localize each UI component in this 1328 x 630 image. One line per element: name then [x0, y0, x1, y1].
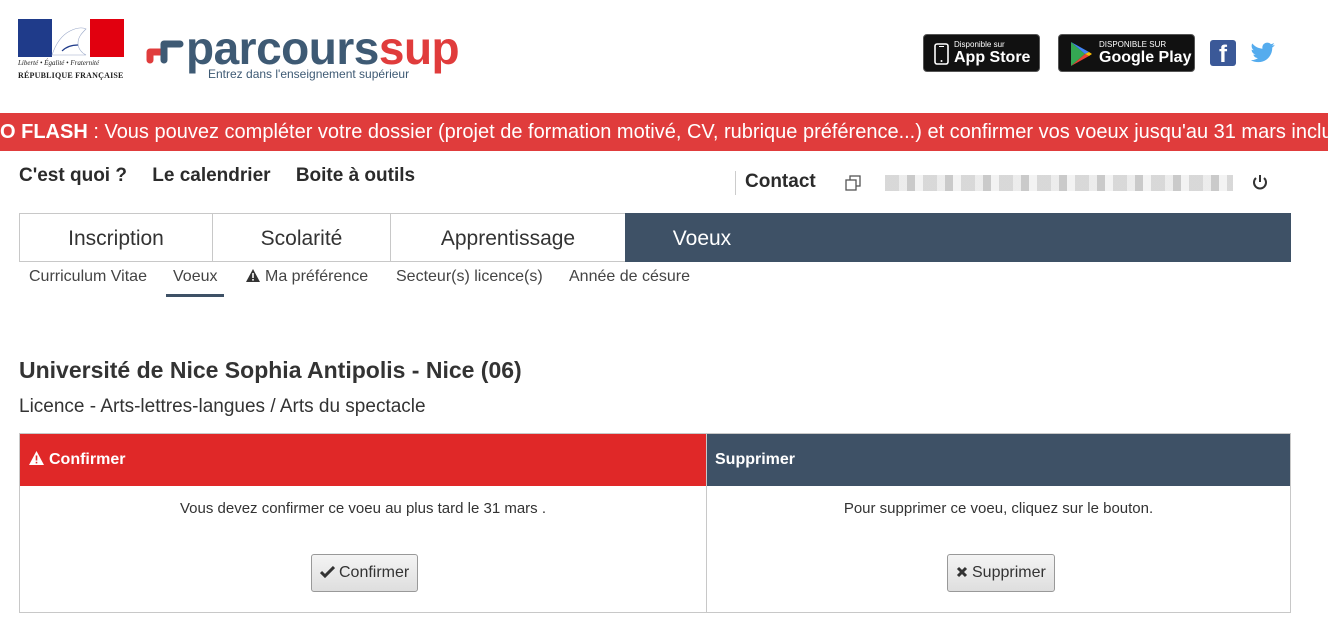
copy-icon[interactable]	[845, 175, 861, 191]
parcoursup-logo[interactable]: parcourssup Entrez dans l'enseignement s…	[144, 22, 474, 86]
app-store-small-label: Disponible sur	[954, 40, 1005, 49]
confirm-button-label: Confirmer	[339, 564, 410, 581]
subtab-ma-preference[interactable]: Ma préférence	[245, 268, 368, 294]
nav-le-calendrier[interactable]: Le calendrier	[152, 165, 270, 186]
delete-button-label: Supprimer	[972, 564, 1046, 581]
confirm-panel-header: Confirmer	[20, 434, 706, 486]
google-play-label: Google Play	[1099, 49, 1192, 66]
republique-francaise-logo[interactable]: Liberté • Égalité • Fraternité RÉPUBLIQU…	[18, 19, 126, 83]
formation-title: Université de Nice Sophia Antipolis - Ni…	[19, 357, 522, 383]
warning-icon	[29, 451, 44, 465]
facebook-icon[interactable]: f	[1210, 40, 1236, 68]
parcoursup-mark-icon	[146, 40, 184, 64]
formation-subtitle: Licence - Arts-lettres-langues / Arts du…	[19, 396, 426, 417]
top-navigation: C'est quoi ? Le calendrier Boite à outil…	[19, 165, 435, 189]
main-tabs: Inscription Scolarité Apprentissage Voeu…	[19, 213, 1291, 262]
twitter-icon[interactable]	[1250, 40, 1276, 66]
google-play-button[interactable]: DISPONIBLE SUR Google Play	[1058, 34, 1195, 72]
flash-label: O FLASH	[0, 121, 88, 143]
voeu-action-panels: Confirmer Vous devez confirmer ce voeu a…	[19, 433, 1291, 613]
google-play-icon	[1071, 42, 1092, 66]
close-icon	[956, 566, 968, 578]
app-store-label: App Store	[954, 49, 1031, 66]
confirm-panel-title: Confirmer	[49, 451, 126, 468]
subtab-secteurs-licences[interactable]: Secteur(s) licence(s)	[396, 268, 543, 294]
logout-power-icon[interactable]	[1251, 173, 1269, 191]
account-bar: Contact	[735, 171, 1295, 195]
delete-button[interactable]: Supprimer	[947, 554, 1055, 592]
site-header: Liberté • Égalité • Fraternité RÉPUBLIQU…	[0, 0, 1328, 112]
confirm-panel: Confirmer Vous devez confirmer ce voeu a…	[19, 433, 707, 613]
tab-inscription[interactable]: Inscription	[19, 213, 213, 262]
subtab-curriculum-vitae[interactable]: Curriculum Vitae	[29, 268, 147, 294]
check-icon	[319, 565, 336, 579]
flash-message: : Vous pouvez compléter votre dossier (p…	[87, 121, 1328, 143]
parcoursup-tagline: Entrez dans l'enseignement supérieur	[208, 67, 410, 81]
app-store-button[interactable]: Disponible sur App Store	[923, 34, 1040, 72]
google-play-small-label: DISPONIBLE SUR	[1099, 40, 1167, 49]
delete-panel: Supprimer Pour supprimer ce voeu, clique…	[706, 433, 1291, 613]
tab-apprentissage[interactable]: Apprentissage	[390, 213, 626, 262]
contact-link[interactable]: Contact	[745, 171, 816, 193]
redacted-user-info	[885, 175, 1233, 191]
subtab-voeux[interactable]: Voeux	[166, 268, 225, 297]
rf-motto: Liberté • Égalité • Fraternité	[18, 59, 100, 67]
confirm-panel-text: Vous devez confirmer ce voeu au plus tar…	[179, 500, 547, 517]
flash-info-banner: O FLASH : Vous pouvez compléter votre do…	[0, 113, 1328, 151]
separator	[735, 171, 736, 195]
nav-boite-a-outils[interactable]: Boite à outils	[296, 165, 415, 186]
tab-voeux[interactable]: Voeux	[625, 213, 779, 262]
subtab-annee-de-cesure[interactable]: Année de césure	[569, 268, 690, 294]
confirm-button[interactable]: Confirmer	[311, 554, 419, 592]
subtab-voeux-label: Voeux	[173, 268, 218, 285]
delete-panel-header: Supprimer	[707, 434, 1290, 486]
rf-name: RÉPUBLIQUE FRANÇAISE	[18, 71, 124, 80]
nav-cest-quoi[interactable]: C'est quoi ?	[19, 165, 127, 186]
warning-icon	[246, 269, 260, 282]
tab-scolarite[interactable]: Scolarité	[212, 213, 391, 262]
apple-icon	[934, 43, 949, 65]
delete-panel-text: Pour supprimer ce voeu, cliquez sur le b…	[843, 500, 1154, 517]
subtab-ma-preference-label: Ma préférence	[265, 268, 369, 285]
marianne-flag-icon	[18, 19, 124, 57]
